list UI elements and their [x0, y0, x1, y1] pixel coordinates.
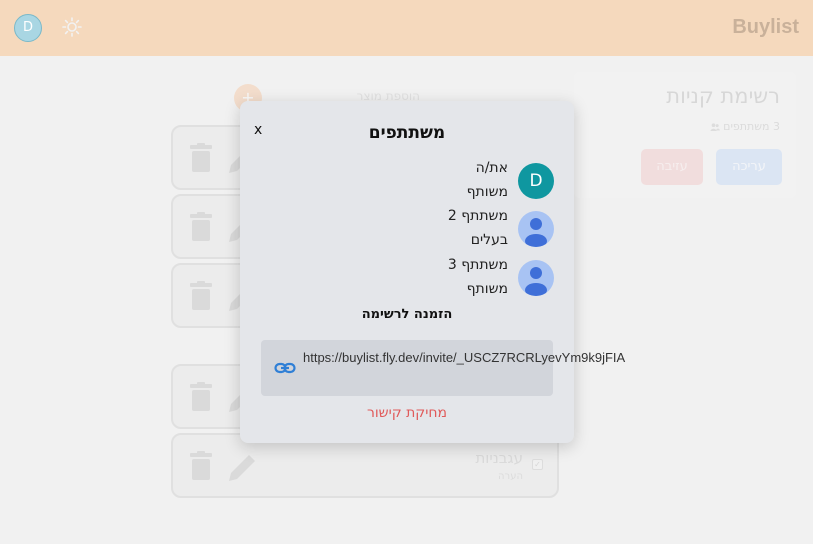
participant-name: את/ה [475, 160, 508, 176]
link-icon[interactable] [274, 359, 296, 377]
participant-role: בעלים [470, 232, 508, 248]
participant-row: משתתף 2 בעלים [294, 208, 554, 254]
brand-title[interactable]: Buylist [732, 16, 799, 39]
invite-link-box[interactable]: https://buylist.fly.dev/invite/_USCZ7RCR… [261, 340, 625, 396]
participant-row: D את/ה משותף [294, 160, 554, 206]
person-icon [518, 211, 554, 247]
user-avatar[interactable]: D [14, 14, 42, 42]
participant-avatar: D [518, 163, 554, 199]
app-header: D Buylist [0, 0, 813, 56]
delete-link-button[interactable]: מחיקת קישור [240, 405, 574, 421]
invite-title: הזמנה לרשימה [361, 307, 453, 322]
participants-modal: x משתתפים D את/ה משותף משתתף 2 בעלים משת… [240, 101, 625, 443]
participant-name: משתתף 3 [447, 257, 508, 273]
participant-name: משתתף 2 [447, 208, 508, 224]
sun-icon[interactable] [62, 17, 82, 37]
participant-row: משתתף 3 משותף [294, 257, 554, 303]
participant-role: משותף [466, 184, 508, 200]
participant-role: משותף [466, 281, 508, 297]
modal-title: משתתפים [368, 123, 446, 143]
invite-url[interactable]: https://buylist.fly.dev/invite/_USCZ7RCR… [303, 348, 625, 368]
person-icon [518, 260, 554, 296]
